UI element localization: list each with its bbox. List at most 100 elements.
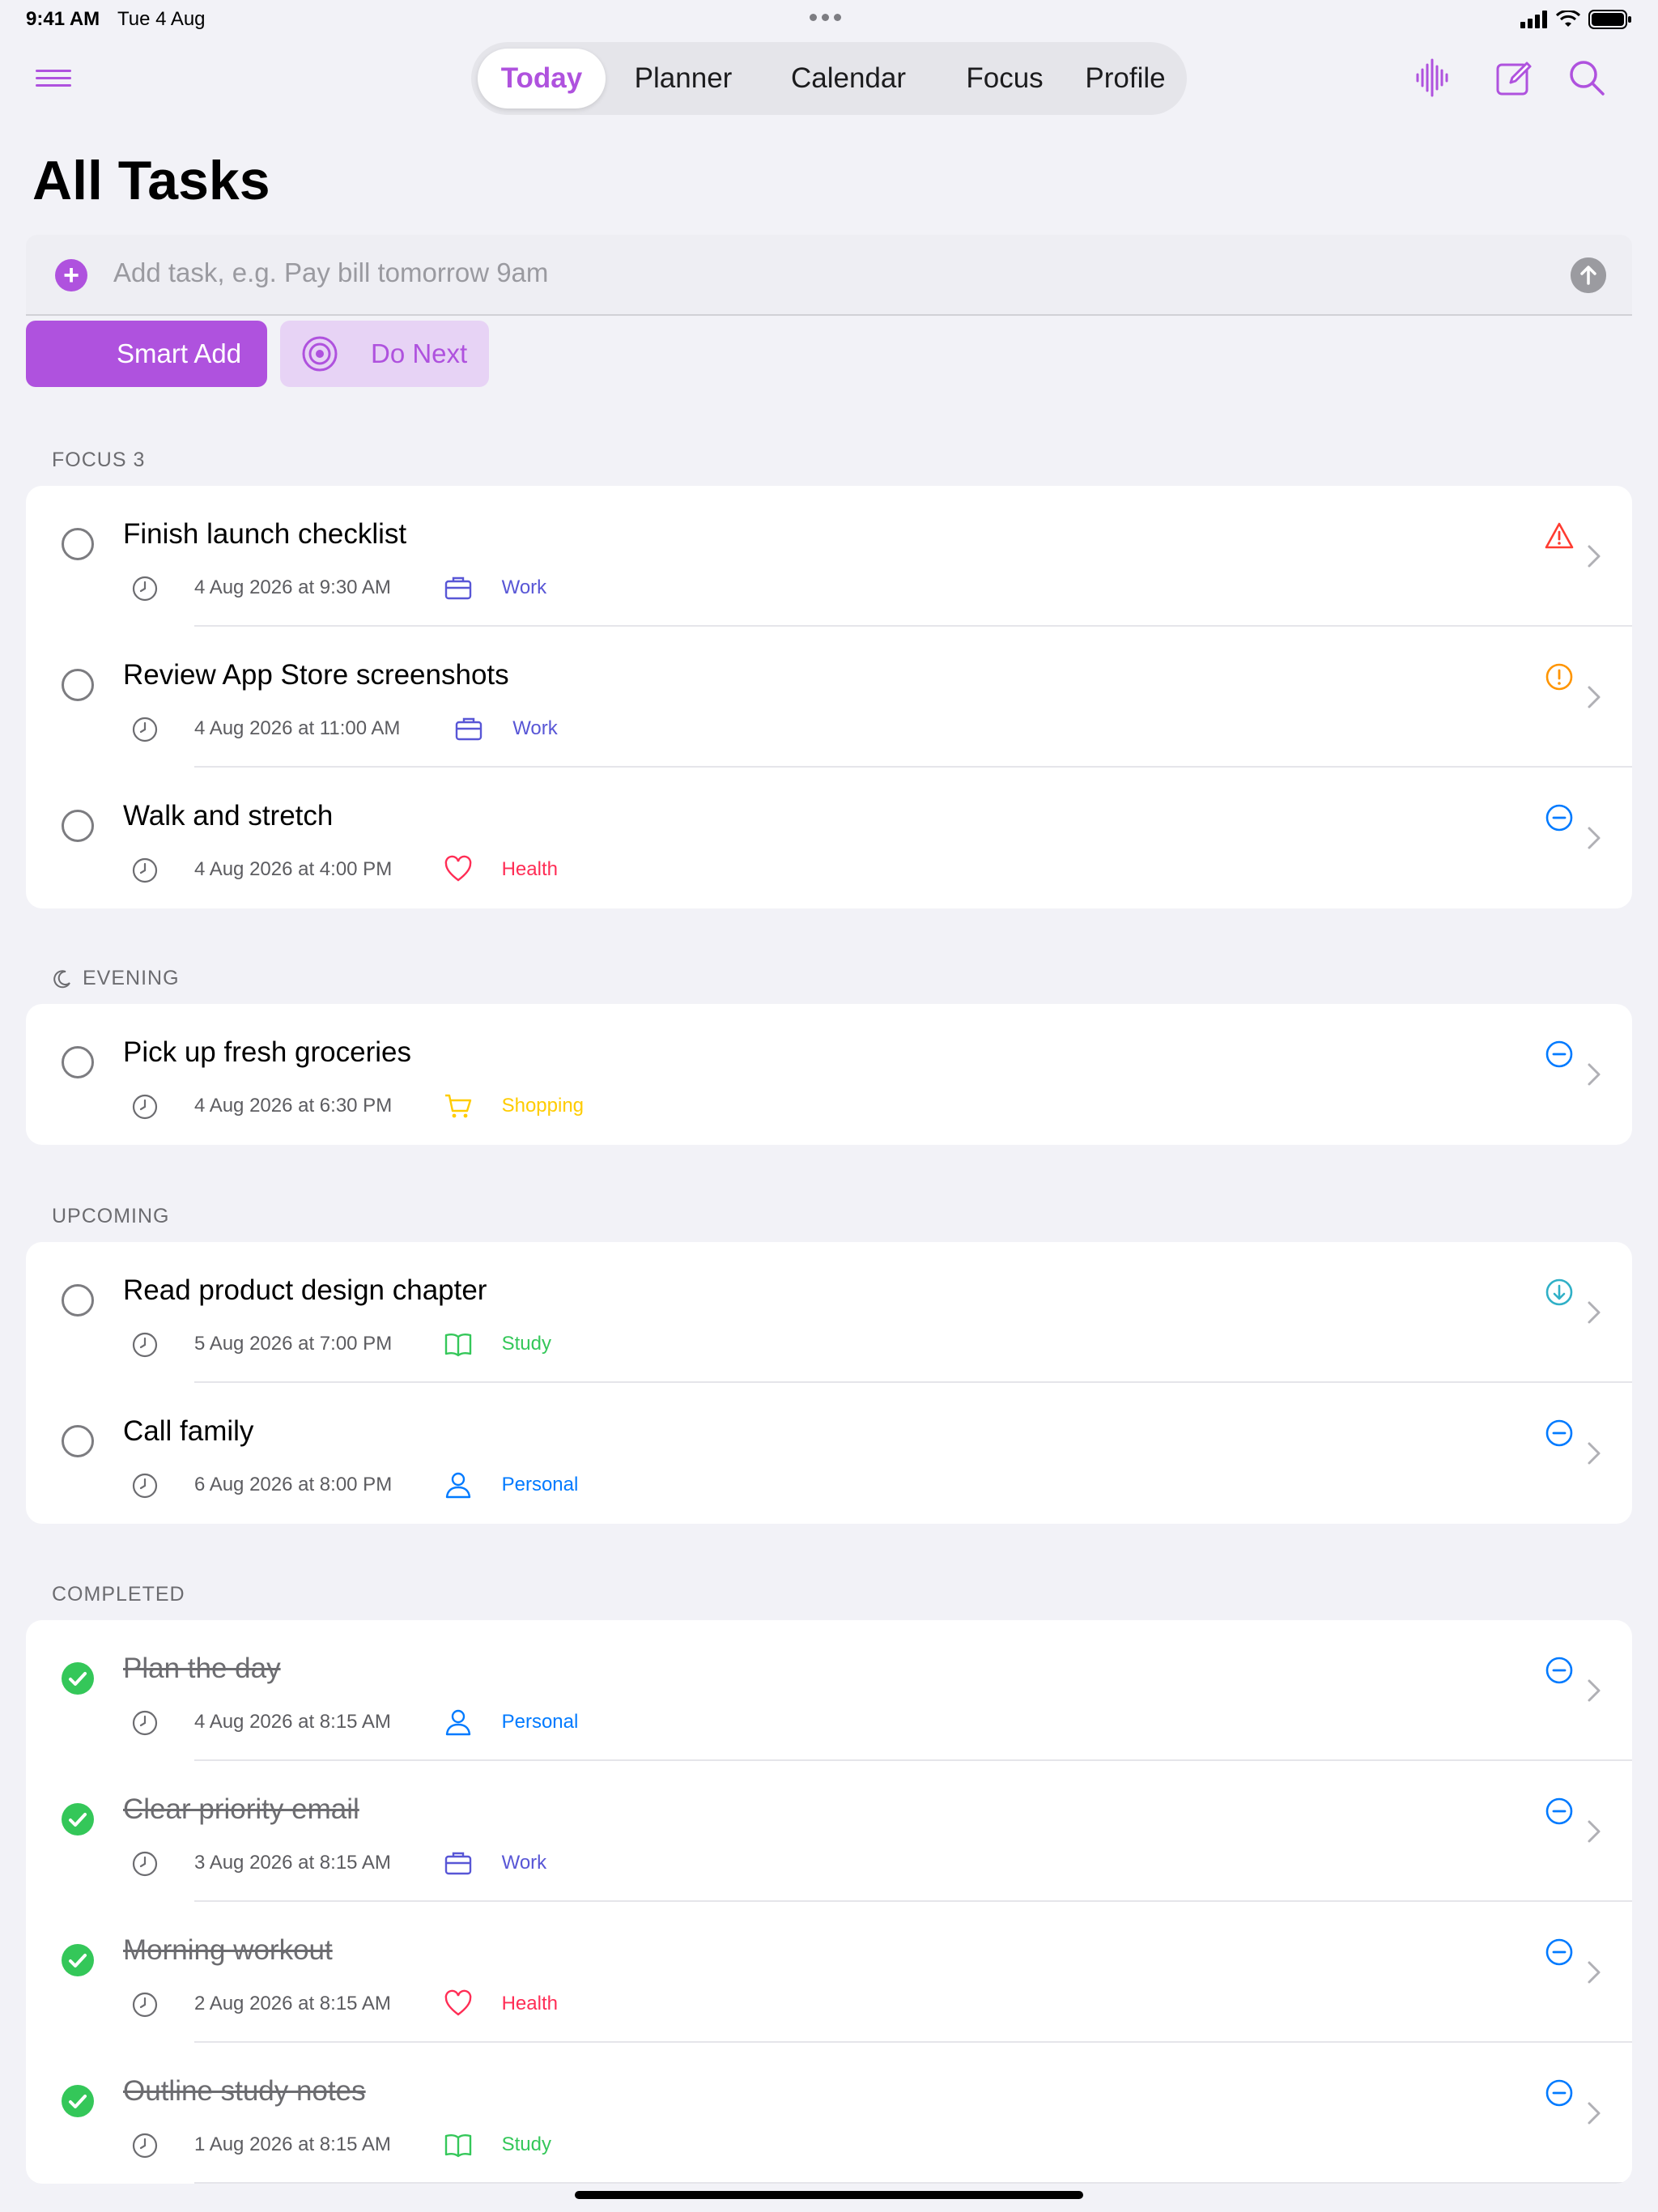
task-date: 4 Aug 2026 at 8:15 AM xyxy=(194,1711,391,1733)
checkbox-circle[interactable] xyxy=(62,1046,94,1078)
multitasking-dots-icon[interactable] xyxy=(810,14,841,21)
clock-icon xyxy=(131,1472,159,1499)
task-date: 1 Aug 2026 at 8:15 AM xyxy=(194,2133,391,2155)
evening-card: Pick up fresh groceries 4 Aug 2026 at 6:3… xyxy=(26,1004,1632,1145)
priority-none-icon[interactable] xyxy=(1545,803,1574,832)
task-row[interactable]: Call family 6 Aug 2026 at 8:00 PM Personal xyxy=(26,1383,1632,1524)
task-row[interactable]: Finish launch checklist 4 Aug 2026 at 9:3… xyxy=(26,486,1632,627)
task-row[interactable]: Walk and stretch 4 Aug 2026 at 4:00 PM Hea… xyxy=(26,768,1632,908)
task-date: 5 Aug 2026 at 7:00 PM xyxy=(194,1333,393,1355)
checkbox-circle[interactable] xyxy=(62,669,94,701)
cellular-icon xyxy=(1520,11,1547,28)
status-bar: 9:41 AM Tue 4 Aug xyxy=(0,0,1658,39)
priority-high-icon[interactable] xyxy=(1545,521,1574,551)
priority-low-icon[interactable] xyxy=(1545,1278,1574,1307)
tab-profile[interactable]: Profile xyxy=(1070,42,1180,115)
task-category: Work xyxy=(501,1852,547,1874)
clock-icon xyxy=(131,716,159,743)
checkmark-circle-icon[interactable] xyxy=(62,1662,94,1695)
add-plus-icon[interactable]: + xyxy=(55,259,87,291)
upcoming-card: Read product design chapter 5 Aug 2026 at… xyxy=(26,1242,1632,1524)
section-evening-text: EVENING xyxy=(83,967,180,989)
compose-icon[interactable] xyxy=(1494,58,1533,97)
do-next-button[interactable]: Do Next xyxy=(280,321,489,387)
do-next-label: Do Next xyxy=(371,338,468,368)
task-row[interactable]: Read product design chapter 5 Aug 2026 at… xyxy=(26,1242,1632,1383)
checkmark-circle-icon[interactable] xyxy=(62,2085,94,2117)
briefcase-icon xyxy=(444,573,473,602)
waveform-icon[interactable] xyxy=(1414,58,1452,97)
task-category: Study xyxy=(501,1333,551,1355)
priority-none-icon[interactable] xyxy=(1545,1656,1574,1685)
task-title: Outline study notes xyxy=(123,2075,366,2107)
task-row[interactable]: Morning workout 2 Aug 2026 at 8:15 AM Heal… xyxy=(26,1902,1632,2043)
chevron-right-icon[interactable] xyxy=(1587,1441,1601,1465)
task-date: 2 Aug 2026 at 8:15 AM xyxy=(194,1993,391,2014)
chevron-right-icon[interactable] xyxy=(1587,2101,1601,2125)
tab-today[interactable]: Today xyxy=(478,49,606,108)
tab-focus[interactable]: Focus xyxy=(937,42,1072,115)
heart-icon xyxy=(444,855,473,884)
task-row[interactable]: Clear priority email 3 Aug 2026 at 8:15 A… xyxy=(26,1761,1632,1902)
status-time: 9:41 AM xyxy=(26,8,100,30)
menu-icon[interactable] xyxy=(36,70,71,91)
priority-medium-icon[interactable] xyxy=(1545,662,1574,691)
task-title: Clear priority email xyxy=(123,1793,359,1825)
clock-icon xyxy=(131,1850,159,1878)
home-indicator[interactable] xyxy=(575,2191,1083,2199)
completed-card: Plan the day 4 Aug 2026 at 8:15 AM Persona… xyxy=(26,1620,1632,2184)
priority-none-icon[interactable] xyxy=(1545,2078,1574,2108)
person-icon xyxy=(444,1708,473,1737)
task-category: Work xyxy=(501,576,547,598)
send-arrow-icon[interactable] xyxy=(1571,257,1606,293)
checkmark-circle-icon[interactable] xyxy=(62,1803,94,1836)
priority-none-icon[interactable] xyxy=(1545,1797,1574,1826)
task-date: 6 Aug 2026 at 8:00 PM xyxy=(194,1474,393,1495)
chevron-right-icon[interactable] xyxy=(1587,826,1601,850)
clock-icon xyxy=(131,1991,159,2018)
add-task-input[interactable]: Add task, e.g. Pay bill tomorrow 9am xyxy=(113,257,548,288)
clock-icon xyxy=(131,1709,159,1737)
task-title: Read product design chapter xyxy=(123,1274,487,1306)
task-date: 4 Aug 2026 at 11:00 AM xyxy=(194,717,401,739)
search-icon[interactable] xyxy=(1567,58,1606,97)
task-date: 4 Aug 2026 at 6:30 PM xyxy=(194,1095,393,1117)
chevron-right-icon[interactable] xyxy=(1587,1062,1601,1087)
task-row[interactable]: Plan the day 4 Aug 2026 at 8:15 AM Persona… xyxy=(26,1620,1632,1761)
checkmark-circle-icon[interactable] xyxy=(62,1944,94,1976)
chevron-right-icon[interactable] xyxy=(1587,1960,1601,1984)
row-divider xyxy=(194,2182,1632,2184)
add-task-bar[interactable]: + Add task, e.g. Pay bill tomorrow 9am xyxy=(26,235,1632,316)
priority-none-icon[interactable] xyxy=(1545,1938,1574,1967)
clock-icon xyxy=(131,1093,159,1121)
main-tab-bar: Today Planner Calendar Focus Profile xyxy=(471,42,1187,115)
priority-none-icon[interactable] xyxy=(1545,1419,1574,1448)
briefcase-icon xyxy=(444,1848,473,1878)
task-category: Personal xyxy=(501,1711,579,1733)
task-title: Morning workout xyxy=(123,1934,333,1966)
task-category: Study xyxy=(501,2133,551,2155)
smart-add-button[interactable]: Smart Add xyxy=(26,321,267,387)
checkbox-circle[interactable] xyxy=(62,810,94,842)
section-evening-label: EVENING xyxy=(52,967,180,990)
tab-planner[interactable]: Planner xyxy=(617,42,750,115)
chevron-right-icon[interactable] xyxy=(1587,685,1601,709)
chevron-right-icon[interactable] xyxy=(1587,1678,1601,1703)
chevron-right-icon[interactable] xyxy=(1587,1819,1601,1844)
status-date: Tue 4 Aug xyxy=(117,8,206,30)
priority-none-icon[interactable] xyxy=(1545,1040,1574,1069)
task-date: 3 Aug 2026 at 8:15 AM xyxy=(194,1852,391,1874)
checkbox-circle[interactable] xyxy=(62,1284,94,1317)
tab-calendar[interactable]: Calendar xyxy=(767,42,929,115)
task-title: Call family xyxy=(123,1415,254,1447)
chevron-right-icon[interactable] xyxy=(1587,1300,1601,1325)
task-category: Personal xyxy=(501,1474,579,1495)
chevron-right-icon[interactable] xyxy=(1587,544,1601,568)
task-row[interactable]: Outline study notes 1 Aug 2026 at 8:15 AM… xyxy=(26,2043,1632,2184)
task-title: Review App Store screenshots xyxy=(123,659,509,691)
task-category: Health xyxy=(501,858,558,880)
checkbox-circle[interactable] xyxy=(62,528,94,560)
task-row[interactable]: Review App Store screenshots 4 Aug 2026 a… xyxy=(26,627,1632,768)
task-row[interactable]: Pick up fresh groceries 4 Aug 2026 at 6:3… xyxy=(26,1004,1632,1145)
checkbox-circle[interactable] xyxy=(62,1425,94,1457)
